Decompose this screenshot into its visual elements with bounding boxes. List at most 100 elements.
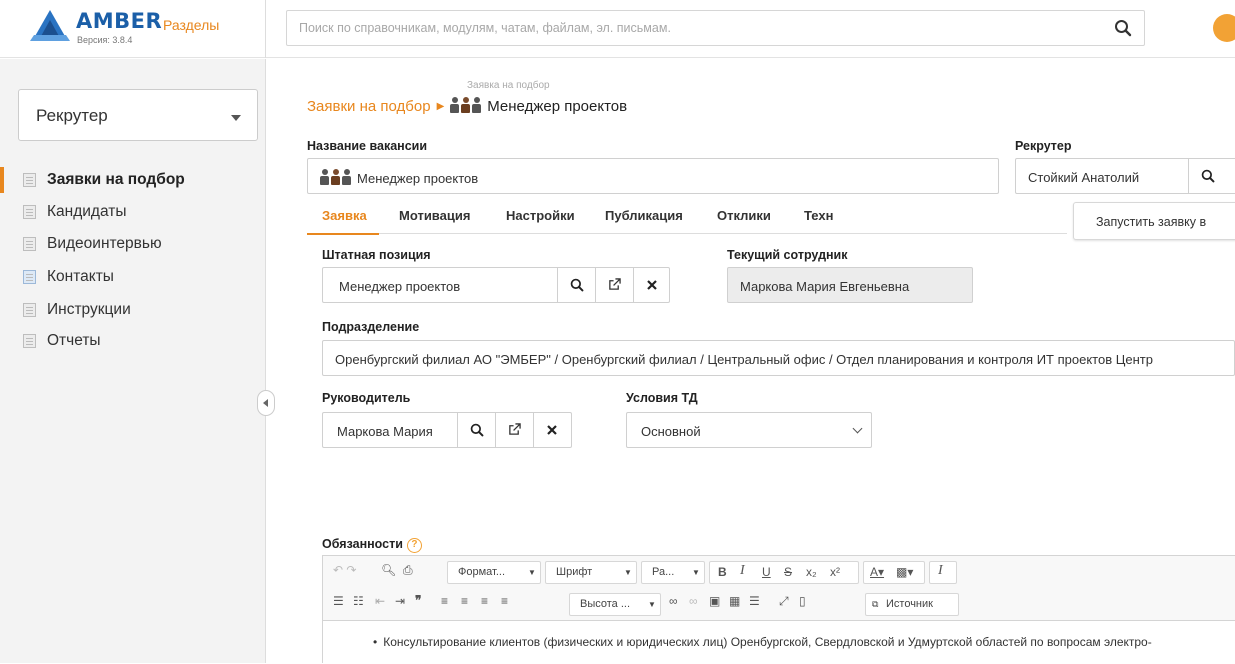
- active-indicator: [0, 167, 4, 193]
- sidebar-item-candidates[interactable]: Кандидаты: [0, 197, 265, 227]
- amber-logo-icon[interactable]: [30, 8, 70, 44]
- link-icon[interactable]: ∞: [669, 594, 678, 608]
- source-button[interactable]: ⧉ Источник: [865, 593, 959, 616]
- launch-request-button[interactable]: Запустить заявку в: [1073, 202, 1235, 240]
- superscript-icon[interactable]: x²: [830, 565, 840, 579]
- sidebar-item-instructions[interactable]: Инструкции: [0, 295, 265, 325]
- vacancy-name-field[interactable]: Менеджер проектов: [307, 158, 999, 194]
- list-icon: [23, 205, 36, 219]
- numbered-list-icon[interactable]: ☷: [353, 594, 364, 608]
- outdent-icon[interactable]: ⇤: [375, 594, 385, 608]
- help-icon[interactable]: ?: [406, 538, 422, 553]
- sidebar-item-reports[interactable]: Отчеты: [0, 326, 265, 356]
- font-dropdown[interactable]: Шрифт ▼: [545, 561, 637, 584]
- sidebar-item-label: Видеоинтервью: [47, 235, 162, 252]
- sections-link[interactable]: Разделы: [163, 17, 219, 33]
- department-value: Оренбургский филиал АО "ЭМБЕР" / Оренбур…: [335, 352, 1153, 367]
- background-color-icon[interactable]: ▩▾: [896, 565, 913, 579]
- image-icon[interactable]: ▣: [709, 594, 720, 608]
- manager-field[interactable]: Маркова Мария: [322, 412, 572, 448]
- app-version: Версия: 3.8.4: [77, 35, 133, 45]
- people-icon: [320, 169, 352, 185]
- align-left-icon[interactable]: ≡: [441, 594, 448, 608]
- bulleted-list-icon[interactable]: ☰: [333, 594, 344, 608]
- collapse-sidebar-button[interactable]: [257, 390, 275, 416]
- close-icon: [647, 280, 657, 290]
- search-icon: [470, 423, 484, 437]
- page-subtitle: Заявка на подбор: [467, 80, 550, 91]
- rich-text-editor: ↶ ↷ 🔍︎ ⎙ Формат... ▼ Шрифт ▼ Ра... ▼ B I U …: [322, 555, 1235, 664]
- line-height-label: Высота ...: [580, 598, 630, 610]
- tab-tech[interactable]: Техн: [804, 208, 833, 223]
- search-icon[interactable]: [1114, 19, 1132, 37]
- subscript-icon[interactable]: x₂: [806, 565, 817, 579]
- role-select[interactable]: Рекрутер: [18, 89, 258, 141]
- sidebar-item-contacts[interactable]: Контакты: [0, 262, 265, 292]
- print-icon[interactable]: ⎙: [403, 563, 413, 578]
- show-blocks-icon[interactable]: ▯: [799, 594, 806, 608]
- italic-icon[interactable]: I: [740, 563, 745, 579]
- sidebar-item-video-interview[interactable]: Видеоинтервью: [0, 229, 265, 259]
- tab-bar: Заявка Мотивация Настройки Публикация От…: [307, 200, 1067, 235]
- tab-publication[interactable]: Публикация: [605, 208, 683, 223]
- manager-open-button[interactable]: [495, 413, 533, 447]
- position-open-button[interactable]: [595, 268, 633, 302]
- position-field[interactable]: Менеджер проектов: [322, 267, 670, 303]
- size-dropdown[interactable]: Ра... ▼: [641, 561, 705, 584]
- app-logo-text: AMBER: [76, 9, 163, 33]
- underline-icon[interactable]: U: [762, 565, 771, 579]
- preview-icon[interactable]: 🔍︎: [381, 563, 396, 577]
- breadcrumb-link[interactable]: Заявки на подбор: [307, 98, 431, 115]
- search-icon: [1201, 169, 1215, 183]
- manager-search-button[interactable]: [457, 413, 495, 447]
- position-clear-button[interactable]: [633, 268, 670, 302]
- recruiter-value: Стойкий Анатолий: [1028, 170, 1140, 185]
- format-dropdown-label: Формат...: [458, 566, 506, 578]
- strikethrough-icon[interactable]: S: [784, 565, 792, 579]
- search-input[interactable]: [287, 11, 1087, 45]
- manager-clear-button[interactable]: [533, 413, 571, 447]
- list-icon: [23, 237, 36, 251]
- tab-responses[interactable]: Отклики: [717, 208, 771, 223]
- line-height-dropdown[interactable]: Высота ... ▼: [569, 593, 661, 616]
- launch-request-label: Запустить заявку в: [1096, 215, 1207, 229]
- text-color-icon[interactable]: A▾: [870, 565, 884, 579]
- search-icon: [570, 278, 584, 292]
- help-icon[interactable]: [1213, 14, 1235, 42]
- recruiter-search-button[interactable]: [1188, 159, 1228, 193]
- chevron-down-icon: [852, 423, 863, 434]
- terms-select[interactable]: Основной: [626, 412, 872, 448]
- blockquote-icon[interactable]: ❞: [415, 593, 421, 607]
- people-icon: [450, 97, 482, 113]
- remove-format-icon: I: [938, 563, 943, 578]
- tab-motivation[interactable]: Мотивация: [399, 208, 470, 223]
- manager-value: Маркова Мария: [337, 424, 433, 439]
- horizontal-line-icon[interactable]: ☰: [749, 594, 760, 608]
- breadcrumb: Заявки на подбор ▶ Менеджер проектов: [307, 97, 627, 115]
- undo-icon[interactable]: ↶ ↷: [333, 563, 356, 577]
- align-center-icon[interactable]: ≡: [461, 594, 468, 608]
- table-icon[interactable]: ▦: [729, 594, 740, 608]
- editor-content[interactable]: Консультирование клиентов (физических и …: [323, 620, 1235, 664]
- align-justify-icon[interactable]: ≡: [501, 594, 508, 608]
- recruiter-field[interactable]: Стойкий Анатолий: [1015, 158, 1235, 194]
- manager-label: Руководитель: [322, 391, 411, 405]
- tab-request[interactable]: Заявка: [307, 208, 379, 235]
- sidebar: Рекрутер: [0, 59, 266, 663]
- chevron-down-icon: [231, 115, 241, 121]
- align-right-icon[interactable]: ≡: [481, 594, 488, 608]
- position-search-button[interactable]: [557, 268, 595, 302]
- position-value: Менеджер проектов: [339, 279, 461, 294]
- sidebar-item-requests[interactable]: Заявки на подбор: [0, 165, 265, 195]
- indent-icon[interactable]: ⇥: [395, 594, 405, 608]
- sidebar-item-label: Заявки на подбор: [47, 171, 185, 188]
- department-field[interactable]: Оренбургский филиал АО "ЭМБЕР" / Оренбур…: [322, 340, 1235, 376]
- current-employee-label: Текущий сотрудник: [727, 248, 848, 262]
- current-employee-field: Маркова Мария Евгеньевна: [727, 267, 973, 303]
- remove-format-button[interactable]: I: [929, 561, 957, 584]
- bold-icon[interactable]: B: [718, 565, 727, 579]
- tab-settings[interactable]: Настройки: [506, 208, 575, 223]
- unlink-icon[interactable]: ∞: [689, 594, 698, 608]
- maximize-icon[interactable]: ⤢: [779, 594, 789, 609]
- format-dropdown[interactable]: Формат... ▼: [447, 561, 541, 584]
